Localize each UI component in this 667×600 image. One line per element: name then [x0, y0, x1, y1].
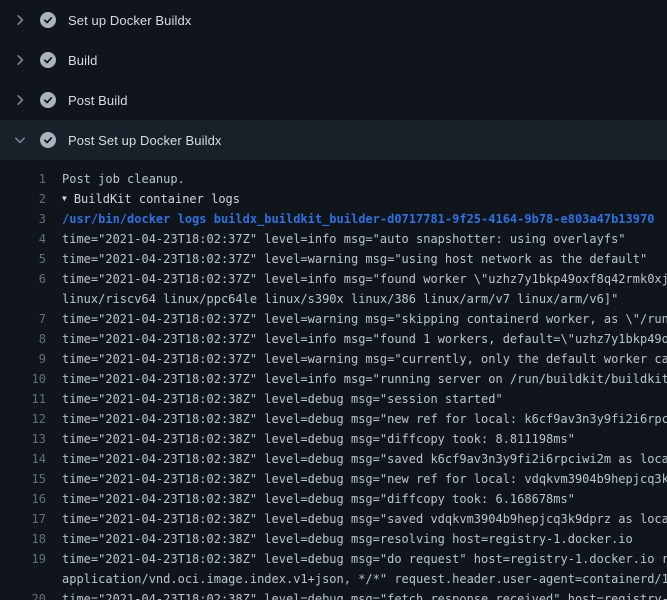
log-text: time="2021-04-23T18:02:37Z" level=warnin…: [46, 249, 647, 269]
log-line[interactable]: 1Post job cleanup.: [0, 169, 667, 189]
log-line[interactable]: 10time="2021-04-23T18:02:37Z" level=info…: [0, 369, 667, 389]
line-number[interactable]: 11: [0, 389, 46, 409]
log-line[interactable]: 4time="2021-04-23T18:02:37Z" level=info …: [0, 229, 667, 249]
log-line[interactable]: linux/riscv64 linux/ppc64le linux/s390x …: [0, 289, 667, 309]
log-line[interactable]: 9time="2021-04-23T18:02:37Z" level=warni…: [0, 349, 667, 369]
log-line[interactable]: 14time="2021-04-23T18:02:38Z" level=debu…: [0, 449, 667, 469]
log-text: time="2021-04-23T18:02:37Z" level=warnin…: [46, 349, 667, 369]
log-text: time="2021-04-23T18:02:38Z" level=debug …: [46, 529, 633, 549]
log-line[interactable]: 15time="2021-04-23T18:02:38Z" level=debu…: [0, 469, 667, 489]
line-number[interactable]: [0, 569, 46, 589]
line-number[interactable]: 20: [0, 589, 46, 600]
log-text: time="2021-04-23T18:02:38Z" level=debug …: [46, 509, 667, 529]
line-number[interactable]: 4: [0, 229, 46, 249]
log-line[interactable]: 3/usr/bin/docker logs buildx_buildkit_bu…: [0, 209, 667, 229]
log-text: time="2021-04-23T18:02:37Z" level=info m…: [46, 369, 667, 389]
line-number[interactable]: 14: [0, 449, 46, 469]
log-text: time="2021-04-23T18:02:38Z" level=debug …: [46, 589, 667, 600]
log-line[interactable]: 17time="2021-04-23T18:02:38Z" level=debu…: [0, 509, 667, 529]
line-number[interactable]: 8: [0, 329, 46, 349]
success-check-icon: [40, 92, 56, 108]
log-text: /usr/bin/docker logs buildx_buildkit_bui…: [46, 209, 654, 229]
step-header-post-set-up-docker-buildx[interactable]: Post Set up Docker Buildx: [0, 120, 667, 160]
line-number[interactable]: 3: [0, 209, 46, 229]
log-line[interactable]: 8time="2021-04-23T18:02:37Z" level=info …: [0, 329, 667, 349]
log-line[interactable]: 12time="2021-04-23T18:02:38Z" level=debu…: [0, 409, 667, 429]
log-lines-container: 1Post job cleanup.2 ▼ BuildKit container l…: [0, 160, 667, 600]
log-line[interactable]: 16time="2021-04-23T18:02:38Z" level=debu…: [0, 489, 667, 509]
line-number[interactable]: 1: [0, 169, 46, 189]
step-title: Build: [68, 53, 97, 68]
log-line[interactable]: 6time="2021-04-23T18:02:37Z" level=info …: [0, 269, 667, 289]
chevron-down-icon[interactable]: [12, 132, 28, 148]
line-number[interactable]: [0, 289, 46, 309]
log-line[interactable]: 18time="2021-04-23T18:02:38Z" level=debu…: [0, 529, 667, 549]
log-text: time="2021-04-23T18:02:37Z" level=info m…: [46, 229, 626, 249]
log-line[interactable]: 7time="2021-04-23T18:02:37Z" level=warni…: [0, 309, 667, 329]
line-number[interactable]: 7: [0, 309, 46, 329]
log-text: time="2021-04-23T18:02:38Z" level=debug …: [46, 469, 667, 489]
log-text: application/vnd.oci.image.index.v1+json,…: [46, 569, 667, 589]
chevron-right-icon[interactable]: [12, 12, 28, 28]
line-number[interactable]: 5: [0, 249, 46, 269]
success-check-icon: [40, 52, 56, 68]
log-text: Post job cleanup.: [46, 169, 185, 189]
log-text: time="2021-04-23T18:02:37Z" level=info m…: [46, 269, 667, 289]
line-number[interactable]: 10: [0, 369, 46, 389]
chevron-right-icon[interactable]: [12, 92, 28, 108]
line-number[interactable]: 6: [0, 269, 46, 289]
line-number[interactable]: 13: [0, 429, 46, 449]
log-line[interactable]: 19time="2021-04-23T18:02:38Z" level=debu…: [0, 549, 667, 569]
step-header-set-up-docker-buildx[interactable]: Set up Docker Buildx: [0, 0, 667, 40]
log-text: time="2021-04-23T18:02:38Z" level=debug …: [46, 549, 667, 569]
log-line[interactable]: 11time="2021-04-23T18:02:38Z" level=debu…: [0, 389, 667, 409]
success-check-icon: [40, 12, 56, 28]
log-text: time="2021-04-23T18:02:38Z" level=debug …: [46, 389, 503, 409]
line-number[interactable]: 9: [0, 349, 46, 369]
group-toggle-icon[interactable]: ▼: [62, 189, 67, 209]
log-text: time="2021-04-23T18:02:37Z" level=info m…: [46, 329, 667, 349]
line-number[interactable]: 15: [0, 469, 46, 489]
step-title: Post Build: [68, 93, 128, 108]
step-header-post-build[interactable]: Post Build: [0, 80, 667, 120]
log-line[interactable]: application/vnd.oci.image.index.v1+json,…: [0, 569, 667, 589]
line-number[interactable]: 17: [0, 509, 46, 529]
log-text: time="2021-04-23T18:02:38Z" level=debug …: [46, 449, 667, 469]
chevron-right-icon[interactable]: [12, 52, 28, 68]
line-number[interactable]: 2: [0, 189, 46, 209]
log-text: time="2021-04-23T18:02:37Z" level=warnin…: [46, 309, 667, 329]
line-number[interactable]: 16: [0, 489, 46, 509]
line-number[interactable]: 12: [0, 409, 46, 429]
line-number[interactable]: 18: [0, 529, 46, 549]
log-text: linux/riscv64 linux/ppc64le linux/s390x …: [46, 289, 618, 309]
line-number[interactable]: 19: [0, 549, 46, 569]
step-header-build[interactable]: Build: [0, 40, 667, 80]
log-text: time="2021-04-23T18:02:38Z" level=debug …: [46, 429, 575, 449]
group-title: BuildKit container logs: [74, 192, 240, 206]
log-line[interactable]: 2 ▼ BuildKit container logs: [0, 189, 667, 209]
log-line[interactable]: 5time="2021-04-23T18:02:37Z" level=warni…: [0, 249, 667, 269]
log-text: time="2021-04-23T18:02:38Z" level=debug …: [46, 489, 575, 509]
log-line[interactable]: 13time="2021-04-23T18:02:38Z" level=debu…: [0, 429, 667, 449]
log-text: time="2021-04-23T18:02:38Z" level=debug …: [46, 409, 667, 429]
log-text: ▼ BuildKit container logs: [46, 189, 240, 209]
workflow-log-viewer: Set up Docker Buildx Build Post Build Po…: [0, 0, 667, 600]
step-title: Set up Docker Buildx: [68, 13, 191, 28]
step-title: Post Set up Docker Buildx: [68, 133, 222, 148]
success-check-icon: [40, 132, 56, 148]
log-line[interactable]: 20time="2021-04-23T18:02:38Z" level=debu…: [0, 589, 667, 600]
